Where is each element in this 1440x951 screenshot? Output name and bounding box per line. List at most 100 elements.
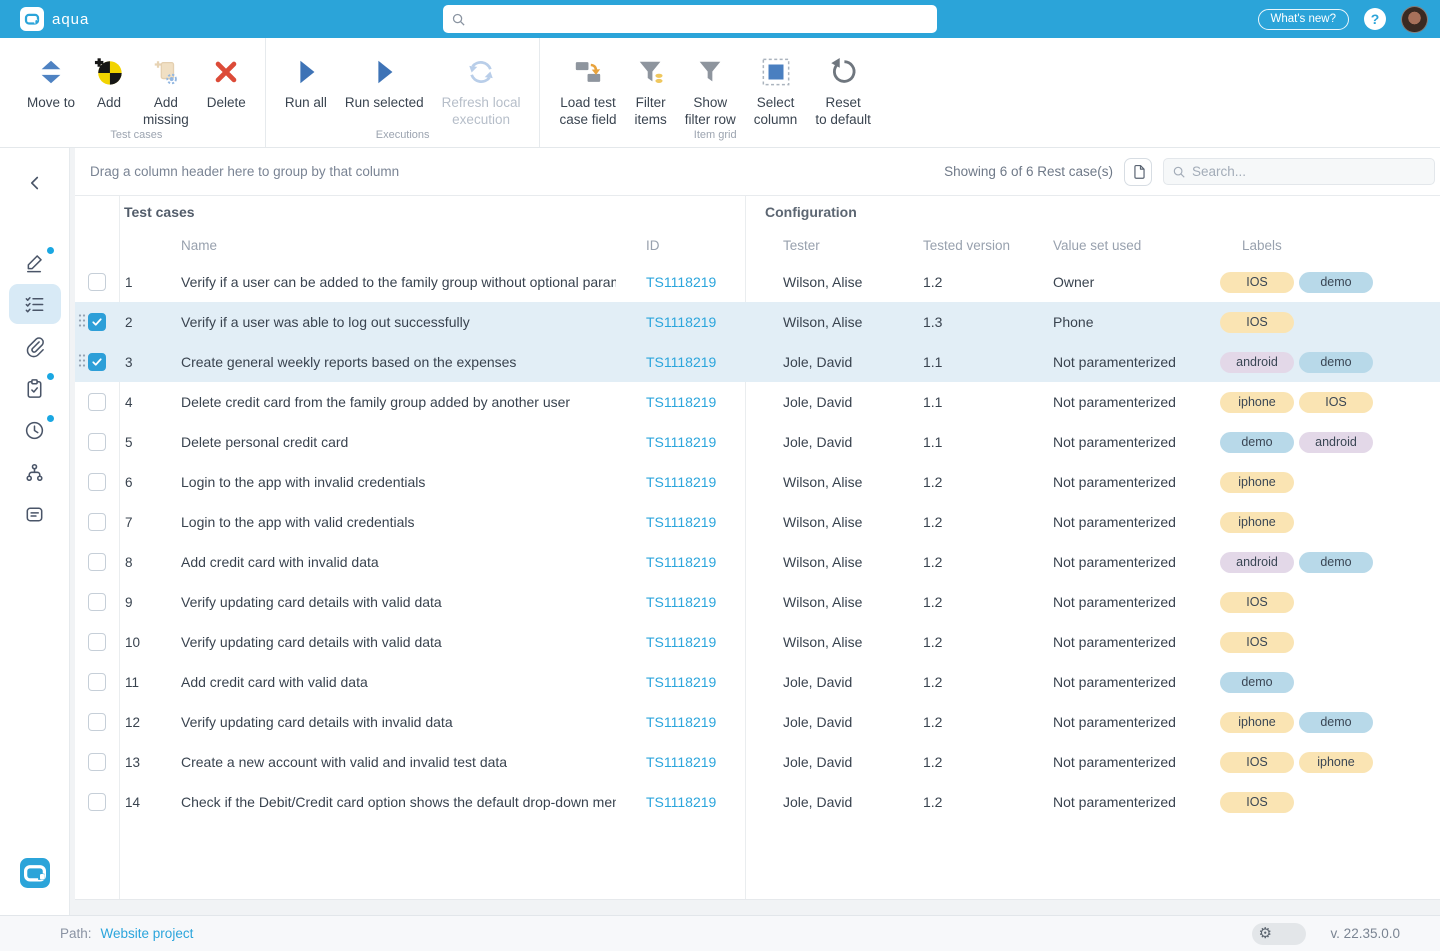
row-checkbox[interactable] — [88, 753, 106, 771]
run-selected-button[interactable]: Run selected — [336, 54, 433, 114]
grid-toolbar: Drag a column header here to group by th… — [75, 148, 1440, 196]
column-header-labels[interactable]: Labels — [1180, 238, 1440, 253]
path-project-link[interactable]: Website project — [101, 926, 194, 941]
test-case-id-link[interactable]: TS1118219 — [646, 794, 716, 810]
test-case-id-link[interactable]: TS1118219 — [646, 634, 716, 650]
test-case-row[interactable]: 2Verify if a user was able to log out su… — [75, 302, 1440, 342]
row-checkbox[interactable] — [88, 593, 106, 611]
row-checkbox[interactable] — [88, 273, 106, 291]
grid-search-input[interactable] — [1192, 164, 1434, 179]
global-search-input[interactable] — [472, 7, 937, 31]
test-case-row[interactable]: 4Delete credit card from the family grou… — [75, 382, 1440, 422]
test-case-row[interactable]: 12Verify updating card details with inva… — [75, 702, 1440, 742]
column-header-id[interactable]: ID — [616, 238, 745, 253]
sidebar-item-comment[interactable] — [9, 494, 61, 534]
select-column-button[interactable]: Select column — [745, 54, 807, 131]
delete-button[interactable]: Delete — [198, 54, 255, 114]
global-search[interactable] — [443, 5, 937, 33]
comment-icon — [23, 503, 46, 526]
whats-new-button[interactable]: What's new? — [1258, 9, 1349, 30]
test-case-id-link[interactable]: TS1118219 — [646, 274, 716, 290]
row-checkbox[interactable] — [88, 433, 106, 451]
test-case-row[interactable]: 9Verify updating card details with valid… — [75, 582, 1440, 622]
row-checkbox[interactable] — [88, 713, 106, 731]
test-case-row[interactable]: 6Login to the app with invalid credentia… — [75, 462, 1440, 502]
cell-id: TS1118219 — [616, 754, 745, 770]
column-header-tested-version[interactable]: Tested version — [885, 238, 1015, 253]
test-case-id-link[interactable]: TS1118219 — [646, 674, 716, 690]
test-case-id-link[interactable]: TS1118219 — [646, 474, 716, 490]
cell-tester: Wilson, Alise — [745, 514, 885, 530]
cell-tester: Jole, David — [745, 394, 885, 410]
sidebar-item-edit[interactable] — [9, 242, 61, 282]
search-icon — [1172, 165, 1186, 179]
row-checkbox[interactable] — [88, 633, 106, 651]
cell-row-number: 14 — [119, 795, 150, 810]
reset-button[interactable]: Reset to default — [806, 54, 880, 131]
test-case-id-link[interactable]: TS1118219 — [646, 394, 716, 410]
sidebar-item-clipboard-check[interactable] — [9, 368, 61, 408]
column-header-name[interactable]: Name — [150, 238, 616, 253]
row-drag-handle[interactable] — [78, 354, 86, 371]
test-case-row[interactable]: 1Verify if a user can be added to the fa… — [75, 262, 1440, 302]
test-case-id-link[interactable]: TS1118219 — [646, 714, 716, 730]
grid-search[interactable] — [1163, 158, 1435, 185]
test-case-id-link[interactable]: TS1118219 — [646, 554, 716, 570]
label-pill: iphone — [1220, 512, 1294, 533]
column-header-value-set-used[interactable]: Value set used — [1015, 238, 1180, 253]
toolbar-item-label: Run selected — [345, 95, 424, 112]
label-pill: demo — [1220, 672, 1294, 693]
test-case-row[interactable]: 10Verify updating card details with vali… — [75, 622, 1440, 662]
test-case-id-link[interactable]: TS1118219 — [646, 354, 716, 370]
row-checkbox[interactable] — [88, 353, 106, 371]
move-to-button[interactable]: Move to — [18, 54, 84, 114]
user-avatar[interactable] — [1401, 6, 1428, 33]
test-case-id-link[interactable]: TS1118219 — [646, 594, 716, 610]
row-checkbox[interactable] — [88, 473, 106, 491]
test-case-row[interactable]: 11Add credit card with valid dataTS11182… — [75, 662, 1440, 702]
label-pill: android — [1299, 432, 1373, 453]
test-case-row[interactable]: 7Login to the app with valid credentials… — [75, 502, 1440, 542]
cell-tested-version: 1.2 — [885, 754, 1015, 770]
settings-toggle[interactable]: ⚙ — [1252, 923, 1306, 945]
test-case-row[interactable]: 5Delete personal credit cardTS1118219Jol… — [75, 422, 1440, 462]
collapse-sidebar-button[interactable] — [0, 172, 69, 194]
help-button[interactable]: ? — [1364, 8, 1386, 30]
cell-tester: Jole, David — [745, 794, 885, 810]
test-case-id-link[interactable]: TS1118219 — [646, 434, 716, 450]
row-checkbox[interactable] — [88, 553, 106, 571]
test-case-id-link[interactable]: TS1118219 — [646, 514, 716, 530]
test-case-id-link[interactable]: TS1118219 — [646, 314, 716, 330]
test-case-row[interactable]: 3Create general weekly reports based on … — [75, 342, 1440, 382]
refresh-button[interactable]: Refresh local execution — [433, 54, 530, 131]
show-filter-row-button[interactable]: Show filter row — [676, 54, 745, 131]
row-drag-handle[interactable] — [78, 314, 86, 331]
add-button[interactable]: Add — [84, 54, 134, 114]
label-pill: iphone — [1220, 472, 1294, 493]
copy-button[interactable] — [1124, 158, 1152, 186]
column-group-header: Test cases Configuration — [75, 196, 1440, 228]
row-checkbox[interactable] — [88, 513, 106, 531]
test-case-id-link[interactable]: TS1118219 — [646, 754, 716, 770]
run-all-button[interactable]: Run all — [276, 54, 336, 114]
row-checkbox[interactable] — [88, 313, 106, 331]
test-case-row[interactable]: 14Check if the Debit/Credit card option … — [75, 782, 1440, 822]
aqua-sidebar-logo — [20, 858, 50, 893]
test-case-row[interactable]: 13Create a new account with valid and in… — [75, 742, 1440, 782]
column-header-tester[interactable]: Tester — [745, 238, 885, 253]
row-checkbox[interactable] — [88, 793, 106, 811]
add-missing-button[interactable]: Add missing — [134, 54, 198, 131]
row-checkbox[interactable] — [88, 393, 106, 411]
label-pill: android — [1220, 552, 1294, 573]
sidebar-item-history[interactable] — [9, 410, 61, 450]
filter-items-button[interactable]: Filter items — [626, 54, 676, 131]
sidebar-item-test-list[interactable] — [9, 284, 61, 324]
cell-id: TS1118219 — [616, 314, 745, 330]
sidebar-item-attachment[interactable] — [9, 326, 61, 366]
load-test-case-field-button[interactable]: Load test case field — [550, 54, 625, 131]
row-checkbox[interactable] — [88, 673, 106, 691]
sidebar-item-hierarchy[interactable] — [9, 452, 61, 492]
test-case-row[interactable]: 8Add credit card with invalid dataTS1118… — [75, 542, 1440, 582]
toolbar-item-label: Delete — [207, 95, 246, 112]
cell-value-set-used: Not paramenterized — [1015, 634, 1180, 650]
